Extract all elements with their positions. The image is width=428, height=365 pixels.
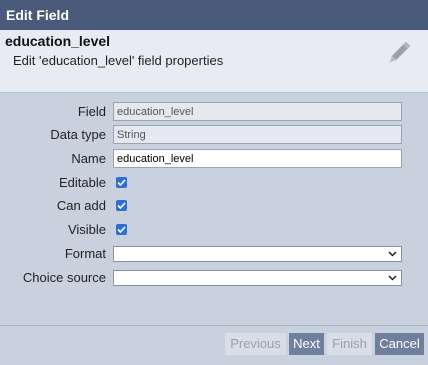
row-choice-source: Choice source: [0, 270, 428, 290]
row-format: Format: [0, 246, 428, 266]
name-label: Name: [71, 151, 106, 166]
format-label: Format: [64, 246, 106, 261]
check-icon: [117, 226, 126, 234]
field-label: Field: [77, 104, 106, 119]
data-type-input: [113, 125, 402, 144]
dialog-title: Edit Field: [0, 0, 428, 30]
editable-checkbox[interactable]: [116, 177, 127, 188]
editable-label: Editable: [59, 175, 106, 190]
previous-button[interactable]: Previous: [225, 333, 286, 355]
visible-label: Visible: [67, 222, 106, 237]
field-input: [113, 102, 402, 121]
dialog-header: education_level Edit 'education_level' f…: [0, 30, 428, 93]
field-properties-form: Field Data type Name Editable Can add Vi…: [0, 93, 428, 325]
check-icon: [117, 179, 126, 187]
finish-button[interactable]: Finish: [327, 333, 372, 355]
visible-checkbox[interactable]: [116, 224, 127, 235]
choice-source-label: Choice source: [22, 270, 106, 285]
next-button[interactable]: Next: [289, 333, 324, 355]
chevron-down-icon: [388, 275, 397, 281]
header-field-name: education_level: [5, 33, 111, 49]
can-add-label: Can add: [56, 198, 106, 213]
check-icon: [117, 202, 126, 210]
row-editable: Editable: [0, 173, 428, 193]
row-name: Name: [0, 149, 428, 169]
header-description: Edit 'education_level' field properties: [13, 53, 224, 68]
format-select[interactable]: [113, 246, 402, 262]
data-type-label: Data type: [50, 127, 106, 142]
choice-source-select[interactable]: [113, 270, 402, 286]
pencil-icon: [389, 41, 411, 63]
chevron-down-icon: [388, 251, 397, 257]
cancel-button[interactable]: Cancel: [375, 333, 424, 355]
row-can-add: Can add: [0, 196, 428, 216]
dialog-footer: Previous Next Finish Cancel: [0, 326, 428, 365]
row-data-type: Data type: [0, 125, 428, 145]
name-input[interactable]: [113, 149, 402, 168]
row-field: Field: [0, 102, 428, 122]
can-add-checkbox[interactable]: [116, 200, 127, 211]
row-visible: Visible: [0, 220, 428, 240]
